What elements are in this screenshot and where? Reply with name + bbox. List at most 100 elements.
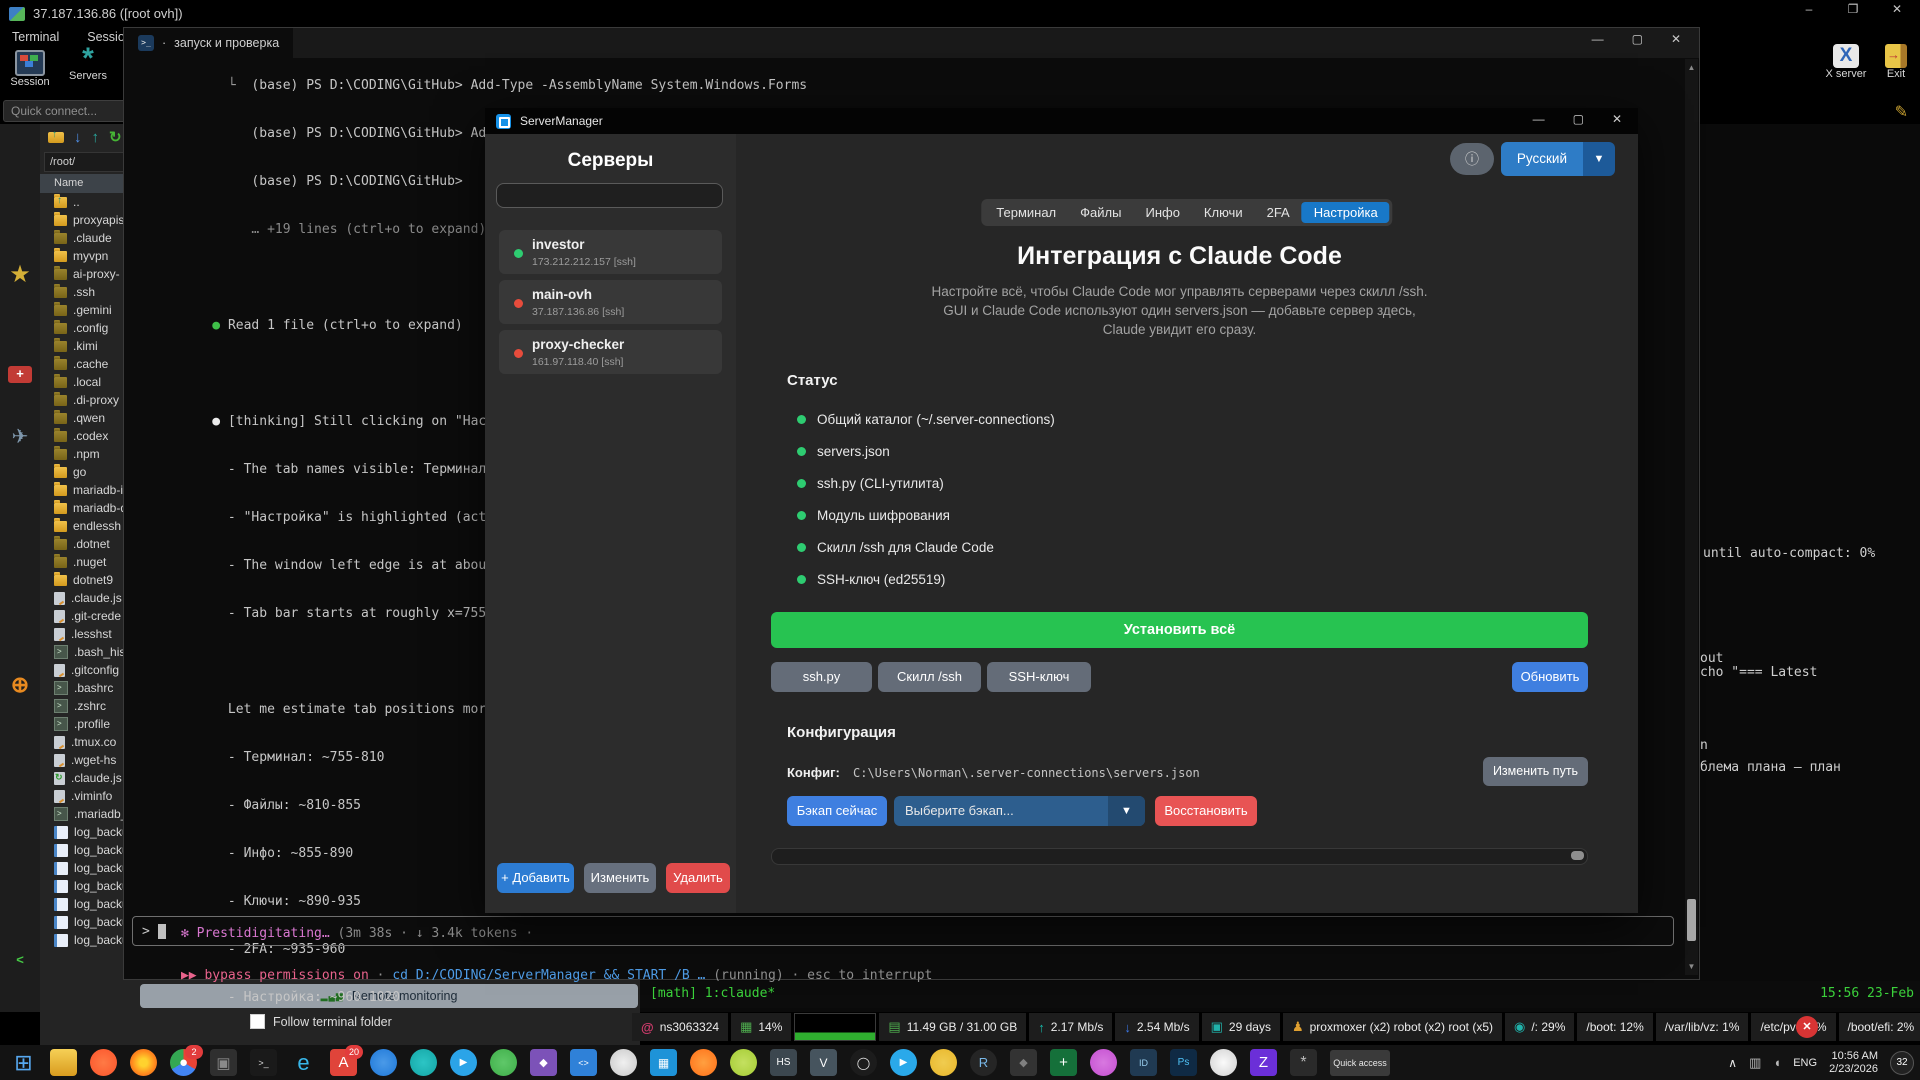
- taskbar-app-icon[interactable]: [930, 1049, 957, 1076]
- server-card[interactable]: proxy-checker 161.97.118.40 [ssh]: [499, 330, 722, 374]
- toolbar-session-button[interactable]: Session: [2, 50, 58, 88]
- server-tab[interactable]: Инфо: [1133, 202, 1191, 223]
- taskbar-app-icon[interactable]: ID: [1130, 1049, 1157, 1076]
- server-tab[interactable]: Файлы: [1068, 202, 1133, 223]
- taskbar-app-icon[interactable]: [1090, 1049, 1117, 1076]
- taskbar-app-icon[interactable]: ◆: [1010, 1049, 1037, 1076]
- taskbar-telegram-icon[interactable]: ▶: [890, 1049, 917, 1076]
- taskbar-explorer-icon[interactable]: [50, 1049, 77, 1076]
- notification-count-badge[interactable]: 32: [1890, 1051, 1914, 1075]
- backup-select[interactable]: Выберите бэкап... ▼: [894, 796, 1145, 826]
- horizontal-scrollbar[interactable]: [771, 848, 1588, 865]
- server-card[interactable]: investor 173.212.212.157 [ssh]: [499, 230, 722, 274]
- taskbar-anydesk-icon[interactable]: A 20: [330, 1049, 357, 1076]
- refresh-icon[interactable]: ↻: [109, 128, 122, 146]
- terminal-tab[interactable]: >_ · запуск и проверка: [124, 28, 293, 58]
- restore-button[interactable]: Восстановить: [1155, 796, 1257, 826]
- taskbar-start-icon[interactable]: ⊞: [10, 1049, 37, 1076]
- taskbar-photoshop-icon[interactable]: Ps: [1170, 1049, 1197, 1076]
- macros-plane-icon[interactable]: ✈: [0, 424, 40, 449]
- minimize-icon[interactable]: —: [1592, 32, 1604, 46]
- taskbar-docker-icon[interactable]: ▦: [650, 1049, 677, 1076]
- taskbar-heidisql-icon[interactable]: HS: [770, 1049, 797, 1076]
- taskbar-chrome-icon[interactable]: ● 2: [170, 1049, 197, 1076]
- taskbar-app-icon[interactable]: Z: [1250, 1049, 1277, 1076]
- install-part-button[interactable]: SSH-ключ: [987, 662, 1091, 692]
- language-dropdown[interactable]: Русский ▼: [1501, 142, 1615, 176]
- taskbar-app-icon[interactable]: [410, 1049, 437, 1076]
- close-icon[interactable]: ✕: [1888, 2, 1906, 16]
- claude-input-box[interactable]: >: [132, 916, 1674, 946]
- tools-knife-icon[interactable]: +: [0, 366, 40, 383]
- taskbar-app-icon[interactable]: ▣: [210, 1049, 237, 1076]
- refresh-button[interactable]: Обновить: [1512, 662, 1588, 692]
- terminal-scrollbar[interactable]: ▲ ▼: [1685, 59, 1698, 975]
- edit-pencil-icon[interactable]: ✎: [1895, 102, 1908, 122]
- tray-volume-icon[interactable]: ◖: [1773, 1055, 1781, 1070]
- minimize-icon[interactable]: —: [1533, 112, 1545, 126]
- taskbar-rstudio-icon[interactable]: R: [970, 1049, 997, 1076]
- taskbar-app-icon[interactable]: [490, 1049, 517, 1076]
- close-icon[interactable]: ✕: [1671, 32, 1681, 46]
- panel-scroll-left-icon[interactable]: <: [0, 952, 40, 967]
- taskbar-app-icon[interactable]: +: [1050, 1049, 1077, 1076]
- maximize-icon[interactable]: ❐: [1844, 2, 1862, 16]
- toolbar-servers-button[interactable]: * Servers: [60, 48, 116, 82]
- minimize-icon[interactable]: –: [1800, 2, 1818, 16]
- maximize-icon[interactable]: ▢: [1573, 112, 1584, 126]
- server-tab[interactable]: Настройка: [1302, 202, 1390, 223]
- scroll-down-icon[interactable]: ▼: [1685, 962, 1698, 971]
- install-all-button[interactable]: Установить всё: [771, 612, 1588, 648]
- change-path-button[interactable]: Изменить путь: [1483, 757, 1588, 786]
- taskbar-app-icon[interactable]: V: [810, 1049, 837, 1076]
- maximize-icon[interactable]: ▢: [1632, 32, 1643, 46]
- file-name: .nuget: [73, 555, 106, 569]
- close-icon[interactable]: ✕: [1612, 112, 1622, 126]
- network-globe-icon[interactable]: ⊕: [0, 672, 40, 698]
- taskbar-app-icon[interactable]: [690, 1049, 717, 1076]
- server-tab[interactable]: 2FA: [1255, 202, 1302, 223]
- delete-server-button[interactable]: Удалить: [666, 863, 730, 893]
- toolbar-exit-button[interactable]: Exit: [1868, 44, 1920, 80]
- info-icon[interactable]: ⓘ: [1450, 143, 1494, 175]
- scrollbar-thumb[interactable]: [1687, 899, 1696, 941]
- tray-chevron-icon[interactable]: ∧: [1728, 1056, 1737, 1070]
- taskbar-terminal-icon[interactable]: >_: [250, 1049, 277, 1076]
- install-part-button[interactable]: Скилл /ssh: [878, 662, 981, 692]
- taskbar-app-icon[interactable]: [730, 1049, 757, 1076]
- taskbar-vscode-icon[interactable]: <>: [570, 1049, 597, 1076]
- toolbar-xserver-button[interactable]: X X server: [1818, 44, 1874, 80]
- download-icon[interactable]: ↓: [74, 129, 82, 146]
- file-icon: [54, 575, 67, 586]
- taskbar-obs-icon[interactable]: ◯: [850, 1049, 877, 1076]
- server-card[interactable]: main-ovh 37.187.136.86 [ssh]: [499, 280, 722, 324]
- server-tab[interactable]: Ключи: [1192, 202, 1255, 223]
- taskbar-clock[interactable]: 10:56 AM 2/23/2026: [1829, 1050, 1878, 1076]
- disconnect-close-icon[interactable]: ✕: [1796, 1016, 1818, 1038]
- taskbar-telegram-icon[interactable]: ▶: [450, 1049, 477, 1076]
- taskbar-edge-icon[interactable]: e: [290, 1049, 317, 1076]
- install-part-button[interactable]: ssh.py: [771, 662, 872, 692]
- scroll-up-icon[interactable]: ▲: [1685, 63, 1698, 72]
- file-name: .dotnet: [73, 537, 110, 551]
- taskbar-app-icon[interactable]: ◆: [530, 1049, 557, 1076]
- scrollbar-thumb[interactable]: [1571, 851, 1584, 860]
- taskbar-app-icon[interactable]: [610, 1049, 637, 1076]
- taskbar-app-icon[interactable]: *: [1290, 1049, 1317, 1076]
- tray-monitor-icon[interactable]: ▥: [1749, 1055, 1761, 1071]
- menu-terminal[interactable]: Terminal: [12, 30, 59, 44]
- folder-up-icon[interactable]: [48, 132, 64, 143]
- taskbar-brave-icon[interactable]: [90, 1049, 117, 1076]
- backup-now-button[interactable]: Бэкап сейчас: [787, 796, 887, 826]
- input-language-indicator[interactable]: ENG: [1793, 1057, 1817, 1069]
- upload-icon[interactable]: ↑: [92, 129, 100, 146]
- server-tab[interactable]: Терминал: [984, 202, 1068, 223]
- taskbar-firefox-icon[interactable]: [130, 1049, 157, 1076]
- add-server-button[interactable]: + Добавить: [497, 863, 574, 893]
- server-search-input[interactable]: [496, 183, 723, 208]
- sessions-star-icon[interactable]: ★: [0, 260, 40, 289]
- taskbar-app-icon[interactable]: [370, 1049, 397, 1076]
- quick-access-button[interactable]: Quick access: [1330, 1050, 1390, 1076]
- edit-server-button[interactable]: Изменить: [584, 863, 656, 893]
- taskbar-app-icon[interactable]: [1210, 1049, 1237, 1076]
